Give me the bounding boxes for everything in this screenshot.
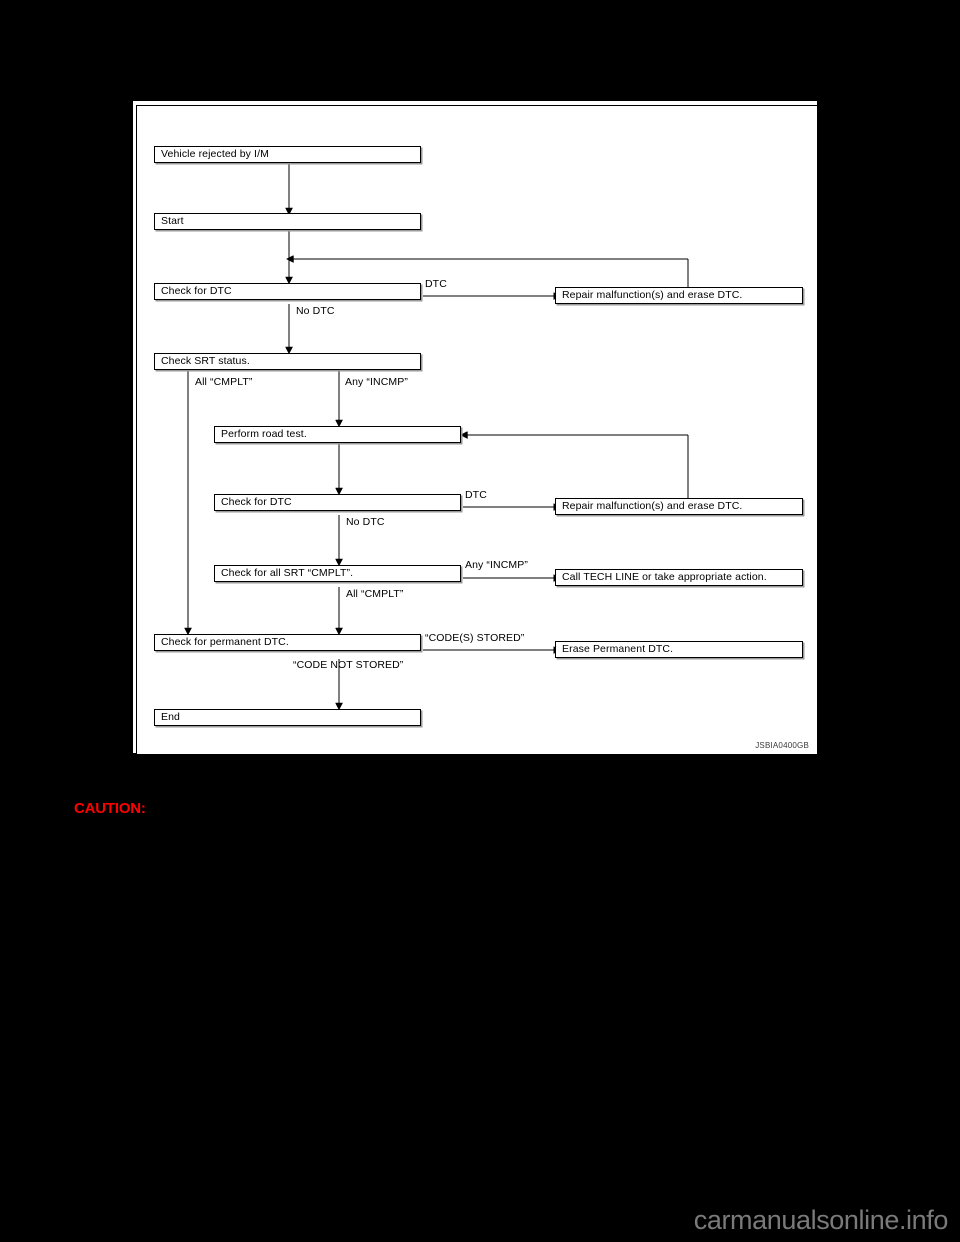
flow-node-check-srt-status: Check SRT status. [154,353,421,370]
edge-label-any-incmp-1: Any “INCMP” [345,376,408,388]
flow-node-end: End [154,709,421,726]
flow-node-start: Start [154,213,421,230]
figure-inner-border: Vehicle rejected by I/M Start Check for … [136,105,818,755]
edge-label-dtc-2: DTC [465,489,487,501]
edge-label-dtc-1: DTC [425,278,447,290]
flow-node-check-all-srt-cmplt: Check for all SRT “CMPLT”. [214,565,461,582]
flow-node-call-tech-line: Call TECH LINE or take appropriate actio… [555,569,803,586]
flow-node-check-for-dtc-2: Check for DTC [214,494,461,511]
flow-node-repair-malfunctions-2: Repair malfunction(s) and erase DTC. [555,498,803,515]
figure-frame: Vehicle rejected by I/M Start Check for … [130,97,818,755]
flow-node-check-for-dtc-1: Check for DTC [154,283,421,300]
flow-node-erase-permanent-dtc: Erase Permanent DTC. [555,641,803,658]
flow-node-repair-malfunctions-1: Repair malfunction(s) and erase DTC. [555,287,803,304]
caution-label: CAUTION: [74,800,146,817]
flow-node-check-permanent-dtc: Check for permanent DTC. [154,634,421,651]
flow-node-perform-road-test: Perform road test. [214,426,461,443]
edge-label-all-cmplt-2: All “CMPLT” [346,588,404,600]
edge-label-codes-stored: “CODE(S) STORED” [425,632,525,644]
figure-id-label: JSBIA0400GB [755,741,809,750]
site-watermark: carmanualsonline.info [693,1205,949,1235]
edge-label-no-dtc-1: No DTC [296,305,335,317]
edge-label-no-dtc-2: No DTC [346,516,385,528]
edge-label-code-not-stored: “CODE NOT STORED” [293,659,404,671]
edge-label-any-incmp-2: Any “INCMP” [465,559,528,571]
flow-node-vehicle-rejected: Vehicle rejected by I/M [154,146,421,163]
edge-label-all-cmplt-1: All “CMPLT” [195,376,253,388]
